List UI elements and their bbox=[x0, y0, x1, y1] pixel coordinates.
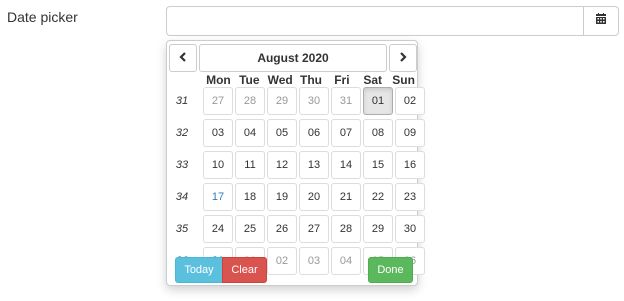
day-cell[interactable]: 02 bbox=[395, 87, 425, 115]
weekday-label: Mon bbox=[206, 73, 231, 87]
day-cell[interactable]: 27 bbox=[299, 215, 329, 243]
day-cell[interactable]: 13 bbox=[299, 151, 329, 179]
day-cell[interactable]: 19 bbox=[267, 183, 297, 211]
day-cell[interactable]: 18 bbox=[235, 183, 265, 211]
day-cell[interactable]: 22 bbox=[363, 183, 393, 211]
day-cell[interactable]: 04 bbox=[235, 119, 265, 147]
day-cell[interactable]: 30 bbox=[395, 215, 425, 243]
day-cell[interactable]: 25 bbox=[235, 215, 265, 243]
weekday-label: Thu bbox=[300, 73, 322, 87]
day-cell[interactable]: 10 bbox=[203, 151, 233, 179]
week-number: 35 bbox=[175, 223, 189, 235]
day-cell[interactable]: 06 bbox=[299, 119, 329, 147]
prev-month-button[interactable] bbox=[169, 44, 197, 72]
datepicker-popup: August 2020 Mon Tue Wed Thu Fri Sat Sun … bbox=[166, 40, 425, 286]
weekday-label: Fri bbox=[334, 73, 350, 87]
day-cell[interactable]: 30 bbox=[299, 87, 329, 115]
calendar-toggle-button[interactable] bbox=[583, 6, 619, 36]
day-cell[interactable]: 28 bbox=[331, 215, 361, 243]
date-picker-label: Date picker bbox=[7, 9, 78, 25]
today-button[interactable]: Today bbox=[175, 257, 223, 283]
chevron-left-icon bbox=[179, 49, 187, 67]
chevron-right-icon bbox=[399, 49, 407, 67]
done-button[interactable]: Done bbox=[368, 257, 413, 283]
day-cell[interactable]: 14 bbox=[331, 151, 361, 179]
day-cell[interactable]: 07 bbox=[331, 119, 361, 147]
day-cell[interactable]: 24 bbox=[203, 215, 233, 243]
day-cell[interactable]: 20 bbox=[299, 183, 329, 211]
day-cell[interactable]: 08 bbox=[363, 119, 393, 147]
weekday-label: Sat bbox=[363, 73, 383, 87]
week-number: 34 bbox=[175, 191, 189, 203]
day-cell[interactable]: 21 bbox=[331, 183, 361, 211]
day-cell[interactable]: 16 bbox=[395, 151, 425, 179]
day-cell[interactable]: 29 bbox=[363, 215, 393, 243]
day-cell[interactable]: 31 bbox=[331, 87, 361, 115]
day-cell[interactable]: 05 bbox=[267, 119, 297, 147]
week-number: 33 bbox=[175, 159, 189, 171]
day-cell[interactable]: 23 bbox=[395, 183, 425, 211]
date-input[interactable] bbox=[166, 6, 583, 36]
week-number: 32 bbox=[175, 127, 189, 139]
day-cell[interactable]: 17 bbox=[203, 183, 233, 211]
day-cell[interactable]: 09 bbox=[395, 119, 425, 147]
day-cell[interactable]: 29 bbox=[267, 87, 297, 115]
weekday-label: Wed bbox=[267, 73, 293, 87]
day-cell[interactable]: 15 bbox=[363, 151, 393, 179]
date-input-group bbox=[166, 6, 619, 36]
weekday-label: Tue bbox=[239, 73, 260, 87]
day-cell[interactable]: 27 bbox=[203, 87, 233, 115]
day-cell[interactable]: 11 bbox=[235, 151, 265, 179]
day-cell[interactable]: 28 bbox=[235, 87, 265, 115]
weekday-label: Sun bbox=[392, 73, 415, 87]
calendar-icon bbox=[595, 12, 607, 30]
day-cell[interactable]: 12 bbox=[267, 151, 297, 179]
day-cell[interactable]: 03 bbox=[203, 119, 233, 147]
day-cell[interactable]: 01 bbox=[363, 87, 393, 115]
next-month-button[interactable] bbox=[389, 44, 417, 72]
week-number: 31 bbox=[175, 95, 189, 107]
datepicker-footer: Today Clear Done bbox=[175, 257, 413, 283]
clear-button[interactable]: Clear bbox=[222, 257, 267, 283]
month-title-button[interactable]: August 2020 bbox=[199, 44, 387, 72]
day-cell[interactable]: 26 bbox=[267, 215, 297, 243]
weekday-header: Mon Tue Wed Thu Fri Sat Sun bbox=[203, 73, 419, 87]
